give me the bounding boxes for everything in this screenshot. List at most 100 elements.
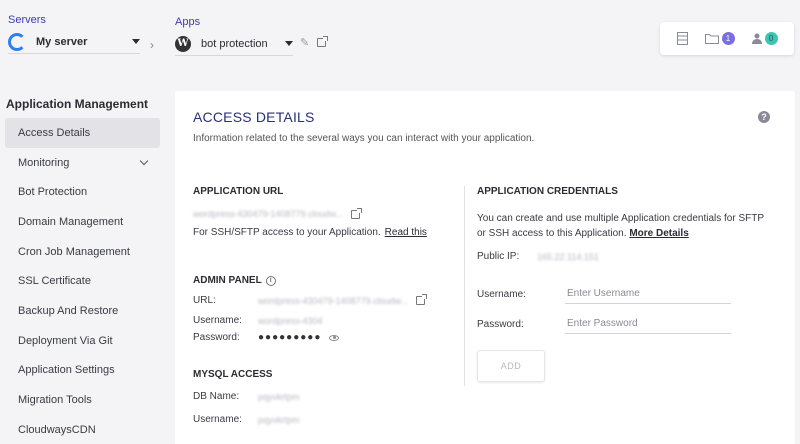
top-bar: Servers My server › Apps W bot protectio… — [0, 0, 800, 70]
sidebar-item-bot-protection[interactable]: Bot Protection — [5, 177, 160, 207]
sidebar-item-label: Migration Tools — [18, 394, 92, 407]
cred-username-label: Username: — [477, 288, 526, 300]
files-count-badge: 1 — [721, 32, 735, 45]
server-selector-group: Servers My server — [8, 14, 140, 54]
username-input[interactable] — [565, 284, 731, 304]
application-url-value: wordpress-430479-1408779.cloudw... — [193, 209, 344, 219]
add-button[interactable]: ADD — [477, 350, 545, 382]
admin-url-row: URL: wordpress-430479-1408779.cloudw... — [193, 294, 453, 306]
public-ip-label: Public IP: — [477, 251, 520, 262]
app-dropdown[interactable]: W bot protection — [175, 32, 293, 56]
app-dropdown-value: bot protection — [201, 37, 268, 50]
credentials-desc-line1: You can create and use multiple Applicat… — [477, 213, 765, 224]
left-column: APPLICATION URL wordpress-430479-1408779… — [193, 186, 453, 425]
sidebar-item-monitoring[interactable]: Monitoring — [5, 148, 160, 178]
page-title: ACCESS DETAILS — [193, 109, 315, 125]
sidebar-item-label: CloudwaysCDN — [18, 423, 96, 436]
cred-password-label: Password: — [477, 318, 524, 330]
app-actions: ✎ — [300, 36, 329, 49]
cred-password-row: Password: — [477, 314, 787, 334]
db-username-value: pqyvkrtpm — [258, 414, 300, 425]
sidebar: Application Management Access Details Mo… — [0, 90, 165, 444]
sidebar-item-deployment-via-git[interactable]: Deployment Via Git — [5, 326, 160, 356]
column-divider — [464, 186, 465, 386]
sidebar-item-label: Access Details — [18, 126, 91, 139]
help-icon[interactable]: ? — [758, 111, 770, 123]
admin-password-value: ●●●●●●●●● — [258, 332, 322, 343]
team-count-badge: 0 — [764, 32, 778, 45]
external-link-icon[interactable] — [416, 294, 428, 305]
sidebar-item-cloudwayscdn[interactable]: CloudwaysCDN — [5, 415, 160, 444]
ssh-info-text: For SSH/SFTP access to your Application. — [193, 227, 381, 238]
read-this-link[interactable]: Read this — [385, 227, 427, 238]
sidebar-item-domain-management[interactable]: Domain Management — [5, 207, 160, 237]
password-input[interactable] — [565, 314, 731, 334]
folder-icon — [704, 34, 719, 44]
public-ip-row: Public IP: 165.22.114.151 — [477, 251, 787, 262]
chevron-down-icon — [139, 156, 149, 166]
app-credentials-heading: APPLICATION CREDENTIALS — [477, 186, 618, 197]
user-icon — [751, 33, 762, 44]
chevron-right-icon: › — [150, 38, 154, 52]
db-name-value: pqyvkrtpm — [258, 391, 300, 402]
credentials-desc-line2: or SSH access to this Application. — [477, 228, 627, 239]
sidebar-title: Application Management — [6, 97, 149, 111]
db-username-row: Username: pqyvkrtpm — [193, 414, 453, 425]
cred-username-row: Username: — [477, 284, 787, 304]
toolbar-box: 1 0 — [660, 22, 794, 55]
admin-panel-title: ADMIN PANEL — [193, 275, 262, 286]
add-button-wrap: ADD — [477, 350, 787, 382]
sidebar-item-label: SSL Certificate — [18, 275, 91, 288]
ssh-info-row: For SSH/SFTP access to your Application.… — [193, 227, 453, 238]
sidebar-item-migration-tools[interactable]: Migration Tools — [5, 385, 160, 415]
sidebar-item-label: Backup And Restore — [18, 304, 119, 317]
sidebar-item-label: Application Settings — [18, 364, 115, 377]
sidebar-item-cron-job-management[interactable]: Cron Job Management — [5, 237, 160, 267]
servers-label: Servers — [8, 14, 46, 26]
caret-down-icon — [132, 39, 140, 44]
admin-username-value: wordpress-4304 — [258, 315, 323, 326]
sidebar-item-label: Deployment Via Git — [18, 334, 113, 347]
db-username-label: Username: — [193, 414, 242, 425]
admin-username-row: Username: wordpress-4304 — [193, 315, 453, 326]
db-name-row: DB Name: pqyvkrtpm — [193, 391, 453, 402]
admin-url-label: URL: — [193, 295, 216, 306]
sidebar-item-access-details[interactable]: Access Details — [5, 118, 160, 148]
sidebar-item-application-settings[interactable]: Application Settings — [5, 356, 160, 386]
external-link-icon[interactable] — [317, 36, 329, 47]
edit-pencil-icon[interactable]: ✎ — [300, 36, 309, 49]
caret-down-icon — [285, 41, 293, 46]
team-button[interactable]: 0 — [751, 32, 778, 45]
eye-icon[interactable] — [329, 334, 340, 341]
admin-password-label: Password: — [193, 332, 240, 343]
server-list-icon[interactable] — [676, 32, 688, 45]
wordpress-icon: W — [175, 35, 191, 52]
sidebar-item-label: Domain Management — [18, 215, 124, 228]
external-link-icon[interactable] — [351, 207, 363, 219]
public-ip-value: 165.22.114.151 — [537, 251, 599, 262]
sidebar-item-backup-and-restore[interactable]: Backup And Restore — [5, 296, 160, 326]
apps-label: Apps — [175, 16, 201, 28]
app-selector-group: Apps W bot protection — [175, 16, 293, 56]
sidebar-item-ssl-certificate[interactable]: SSL Certificate — [5, 266, 160, 296]
sidebar-item-label: Monitoring — [18, 156, 70, 169]
admin-username-label: Username: — [193, 315, 242, 326]
sidebar-item-label: Cron Job Management — [18, 245, 130, 258]
mysql-access-heading: MYSQL ACCESS — [193, 369, 273, 380]
info-icon[interactable]: i — [265, 275, 276, 286]
credentials-desc-line2-wrap: or SSH access to this Application. More … — [477, 226, 787, 241]
admin-url-value: wordpress-430479-1408779.cloudw... — [258, 295, 409, 306]
admin-panel-heading: ADMIN PANEL i — [193, 275, 453, 286]
admin-password-row: Password: ●●●●●●●●● — [193, 332, 453, 343]
sidebar-item-label: Bot Protection — [18, 186, 88, 199]
more-details-link[interactable]: More Details — [629, 228, 688, 239]
server-dropdown[interactable]: My server — [8, 30, 140, 54]
application-url-row: wordpress-430479-1408779.cloudw... — [193, 207, 453, 219]
page-subtitle: Information related to the several ways … — [193, 133, 535, 144]
files-button[interactable]: 1 — [704, 32, 735, 45]
cloudways-logo-icon — [8, 32, 26, 51]
application-url-heading: APPLICATION URL — [193, 186, 284, 197]
access-details-card: ACCESS DETAILS Information related to th… — [175, 91, 795, 444]
right-column: APPLICATION CREDENTIALS You can create a… — [477, 186, 787, 382]
db-name-label: DB Name: — [193, 391, 240, 402]
